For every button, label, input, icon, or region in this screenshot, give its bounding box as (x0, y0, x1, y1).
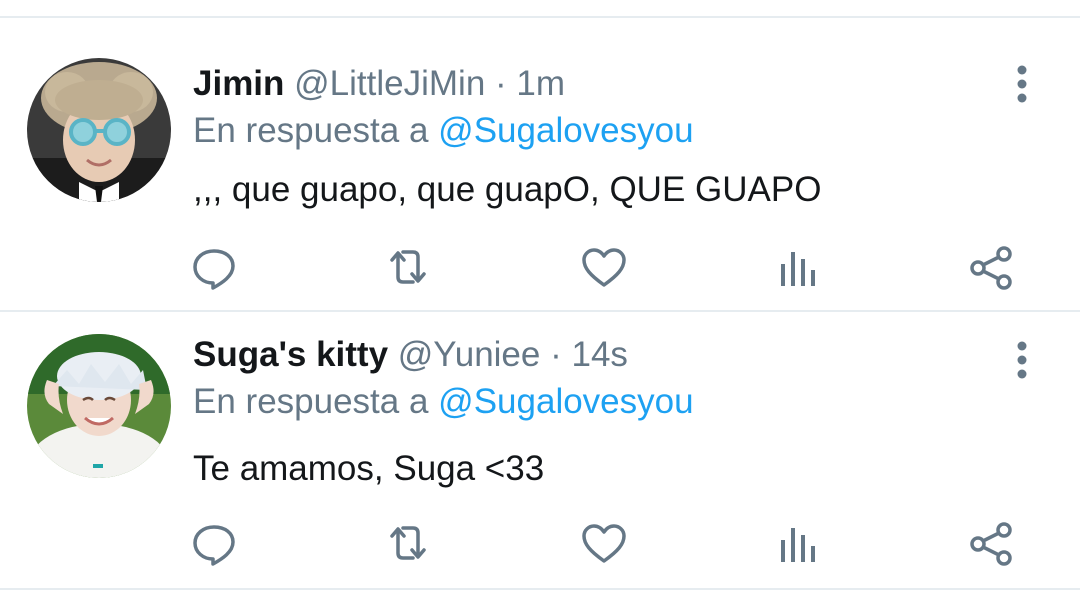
tweet[interactable]: Suga's kitty @Yuniee · 14s En respuesta … (0, 312, 1080, 588)
like-icon[interactable] (580, 522, 628, 566)
avatar[interactable] (27, 58, 171, 202)
share-icon[interactable] (968, 246, 1016, 290)
reply-icon[interactable] (190, 246, 238, 290)
display-name[interactable]: Jimin (193, 64, 284, 103)
separator: · (550, 335, 562, 374)
tweet-text: ,,, que guapo, que guapO, QUE GUAPO (193, 170, 822, 209)
tweet-actions (190, 522, 1020, 566)
reply-prefix: En respuesta a (193, 111, 429, 150)
timestamp[interactable]: 1m (516, 64, 565, 103)
separator: · (495, 64, 507, 103)
reply-context: En respuesta a @Sugalovesyou (193, 110, 694, 152)
user-handle[interactable]: @Yuniee (398, 335, 541, 374)
tweet-header: Suga's kitty @Yuniee · 14s (193, 334, 628, 376)
timestamp[interactable]: 14s (572, 335, 628, 374)
reply-context: En respuesta a @Sugalovesyou (193, 381, 694, 423)
more-icon[interactable] (1010, 64, 1034, 104)
user-handle[interactable]: @LittleJiMin (294, 64, 485, 103)
tweet-text: Te amamos, Suga <33 (193, 449, 545, 488)
retweet-icon[interactable] (384, 246, 432, 290)
reply-prefix: En respuesta a (193, 382, 429, 421)
retweet-icon[interactable] (384, 522, 432, 566)
like-icon[interactable] (580, 246, 628, 290)
more-icon[interactable] (1010, 340, 1034, 380)
reply-icon[interactable] (190, 522, 238, 566)
tweet-divider (0, 588, 1080, 590)
tweet[interactable]: Jimin @LittleJiMin · 1m En respuesta a @… (0, 18, 1080, 310)
avatar[interactable] (27, 334, 171, 478)
reply-handle-link[interactable]: @Sugalovesyou (438, 111, 693, 150)
analytics-icon[interactable] (774, 246, 822, 290)
share-icon[interactable] (968, 522, 1016, 566)
display-name[interactable]: Suga's kitty (193, 335, 388, 374)
tweet-header: Jimin @LittleJiMin · 1m (193, 63, 565, 105)
analytics-icon[interactable] (774, 522, 822, 566)
tweet-actions (190, 246, 1020, 290)
reply-handle-link[interactable]: @Sugalovesyou (438, 382, 693, 421)
